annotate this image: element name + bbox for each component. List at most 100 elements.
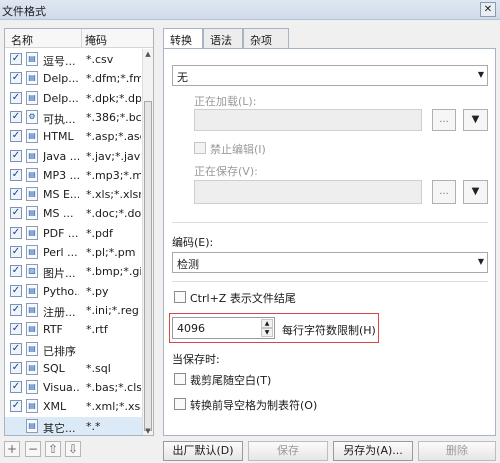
tab-conversion[interactable]: 转换 (163, 28, 203, 50)
leading-spaces-to-tabs-checkbox[interactable] (174, 398, 186, 410)
file-icon: ▤ (26, 71, 38, 86)
enabled-checkbox[interactable]: ✓ (10, 284, 22, 297)
saving-field[interactable] (194, 180, 422, 204)
enabled-checkbox[interactable]: ✓ (10, 91, 22, 104)
enabled-checkbox[interactable]: ✓ (10, 130, 22, 143)
file-format-list[interactable]: 名称 掩码 ✓▤逗号...*.csv✓▤Delp...*.dfm;*.fm..✓… (4, 28, 154, 436)
format-name: 注册... (43, 305, 76, 319)
list-item[interactable]: ✓ ▤ PDF ... *.pdf (5, 224, 142, 243)
format-name: XML (43, 400, 67, 414)
enabled-checkbox[interactable]: ✓ (10, 361, 22, 374)
spin-up-icon[interactable]: ▲ (261, 319, 273, 328)
move-up-button[interactable]: ⇧ (45, 441, 61, 457)
loading-label: 正在加载(L): (194, 95, 257, 108)
add-format-button[interactable]: + (4, 441, 20, 457)
ctrl-z-eof-checkbox[interactable] (174, 291, 186, 303)
chevron-down-icon: ▼ (477, 257, 484, 266)
disable-edit-checkbox[interactable] (194, 142, 206, 154)
list-item[interactable]: ▤ 其它... *.* (5, 416, 142, 435)
column-header-mask[interactable]: 掩码 (85, 32, 107, 48)
list-item[interactable]: ✓ ▤ Visua... *.bas;*.cls;.. (5, 378, 142, 397)
format-name: 图片... (43, 267, 76, 281)
factory-default-button[interactable]: 出厂默认(D) (163, 441, 243, 461)
move-down-button[interactable]: ⇩ (65, 441, 81, 457)
format-mask: *.jav;*.java (86, 149, 141, 163)
file-icon: ▤ (26, 206, 38, 221)
scroll-thumb[interactable] (144, 101, 152, 431)
enabled-checkbox[interactable]: ✓ (10, 381, 22, 394)
list-item[interactable]: ✓ ▤ HTML *.asp;*.asc (5, 127, 142, 146)
enabled-checkbox[interactable]: ✓ (10, 72, 22, 85)
chevron-down-icon: ▼ (477, 70, 484, 79)
encoding-value: 检测 (177, 258, 199, 271)
save-button[interactable]: 保存 (248, 441, 328, 461)
file-icon: ▤ (26, 302, 38, 317)
list-item[interactable]: ✓ ▤ XML *.xml;*.xsd (5, 397, 142, 416)
converter-value: 无 (177, 71, 188, 84)
column-divider[interactable] (81, 29, 82, 48)
list-item[interactable]: ✓ ▤ Pytho... *.py (5, 282, 142, 301)
loading-menu-button[interactable]: ▼ (463, 109, 488, 131)
format-mask: *.sql (86, 361, 111, 375)
tab-syntax[interactable]: 语法 (203, 28, 243, 49)
enabled-checkbox[interactable]: ✓ (10, 265, 22, 278)
list-item[interactable]: ✓ ▤ MS ... *.doc;*.do.. (5, 204, 142, 223)
close-button[interactable]: ✕ (480, 2, 496, 17)
list-item[interactable]: ✓ ▤ SQL *.sql (5, 359, 142, 378)
remove-format-button[interactable]: − (25, 441, 41, 457)
converter-select[interactable]: 无 ▼ (172, 65, 488, 86)
list-item[interactable]: ✓ ⚙ 可执... *.386;*.bc.. (5, 108, 142, 127)
enabled-checkbox[interactable]: ✓ (10, 342, 22, 355)
enabled-checkbox[interactable]: ✓ (10, 323, 22, 336)
format-mask: *.rtf (86, 323, 108, 337)
saving-menu-button[interactable]: ▼ (463, 180, 488, 204)
conversion-panel: 无 ▼ 正在加载(L): ... ▼ 禁止编辑(I) 正在保存(V): ... … (163, 48, 496, 436)
enabled-checkbox[interactable]: ✓ (10, 168, 22, 181)
format-mask: *.386;*.bc.. (86, 110, 141, 124)
enabled-checkbox[interactable]: ✓ (10, 226, 22, 239)
file-formats-window: 文件格式 ✕ 名称 掩码 ✓ ▤ 逗号... *.csv ✓ ▤ Delp... *.dfm;… (0, 0, 500, 463)
list-item[interactable]: ✓ ▤ 已排序 (5, 340, 142, 359)
list-item[interactable]: ✓ ▤ MP3 ... *.mp3;*.m.. (5, 166, 142, 185)
delete-button[interactable]: 删除 (418, 441, 496, 461)
format-name: 逗号... (43, 55, 76, 68)
format-mask: *.xml;*.xsd (86, 400, 141, 414)
format-mask: *.csv (86, 53, 114, 66)
loading-field[interactable] (194, 109, 422, 131)
enabled-checkbox[interactable]: ✓ (10, 303, 22, 316)
trim-trailing-checkbox[interactable] (174, 373, 186, 385)
enabled-checkbox[interactable]: ✓ (10, 188, 22, 201)
format-mask: *.pl;*.pm (86, 246, 136, 259)
file-icon: ▤ (26, 360, 38, 375)
saving-browse-button[interactable]: ... (432, 180, 456, 204)
list-item[interactable]: ✓ ▤ Delp... *.dfm;*.fm.. (5, 69, 142, 88)
enabled-checkbox[interactable]: ✓ (10, 149, 22, 162)
spin-down-icon[interactable]: ▼ (261, 328, 273, 337)
list-item[interactable]: ✓ ▤ MS E... *.xls;*.xlsm (5, 185, 142, 204)
enabled-checkbox[interactable]: ✓ (10, 207, 22, 220)
format-name: PDF ... (43, 226, 79, 240)
line-limit-spinner[interactable]: 4096 ▲ ▼ (172, 317, 275, 339)
enabled-checkbox[interactable]: ✓ (10, 400, 22, 413)
list-item[interactable]: ✓ ▨ 图片... *.bmp;*.gi.. (5, 262, 142, 281)
save-as-button[interactable]: 另存为(A)... (333, 441, 413, 461)
format-name: Perl ... (43, 246, 78, 259)
column-header-name[interactable]: 名称 (11, 32, 33, 48)
loading-browse-button[interactable]: ... (432, 109, 456, 131)
list-item[interactable]: ✓ ▤ Perl ... *.pl;*.pm (5, 243, 142, 262)
scroll-down-arrow-icon[interactable]: ▼ (144, 426, 152, 435)
scroll-up-arrow-icon[interactable]: ▲ (144, 49, 152, 59)
enabled-checkbox[interactable]: ✓ (10, 53, 22, 65)
list-item[interactable]: ✓ ▤ 逗号... *.csv (5, 50, 142, 69)
list-scrollbar[interactable]: ▲ ▼ (142, 49, 153, 435)
list-item[interactable]: ✓ ▤ Java ... *.jav;*.java (5, 147, 142, 166)
on-save-label: 当保存时: (172, 353, 220, 366)
list-item[interactable]: ✓ ▤ RTF *.rtf (5, 320, 142, 339)
disable-edit-label: 禁止编辑(I) (210, 143, 266, 156)
list-item[interactable]: ✓ ▤ Delp... *.dpk;*.dp.. (5, 89, 142, 108)
list-item[interactable]: ✓ ▤ 注册... *.ini;*.reg (5, 301, 142, 320)
enabled-checkbox[interactable]: ✓ (10, 246, 22, 258)
tab-misc[interactable]: 杂项 (243, 28, 289, 49)
encoding-select[interactable]: 检测 ▼ (172, 252, 488, 273)
enabled-checkbox[interactable]: ✓ (10, 110, 22, 123)
